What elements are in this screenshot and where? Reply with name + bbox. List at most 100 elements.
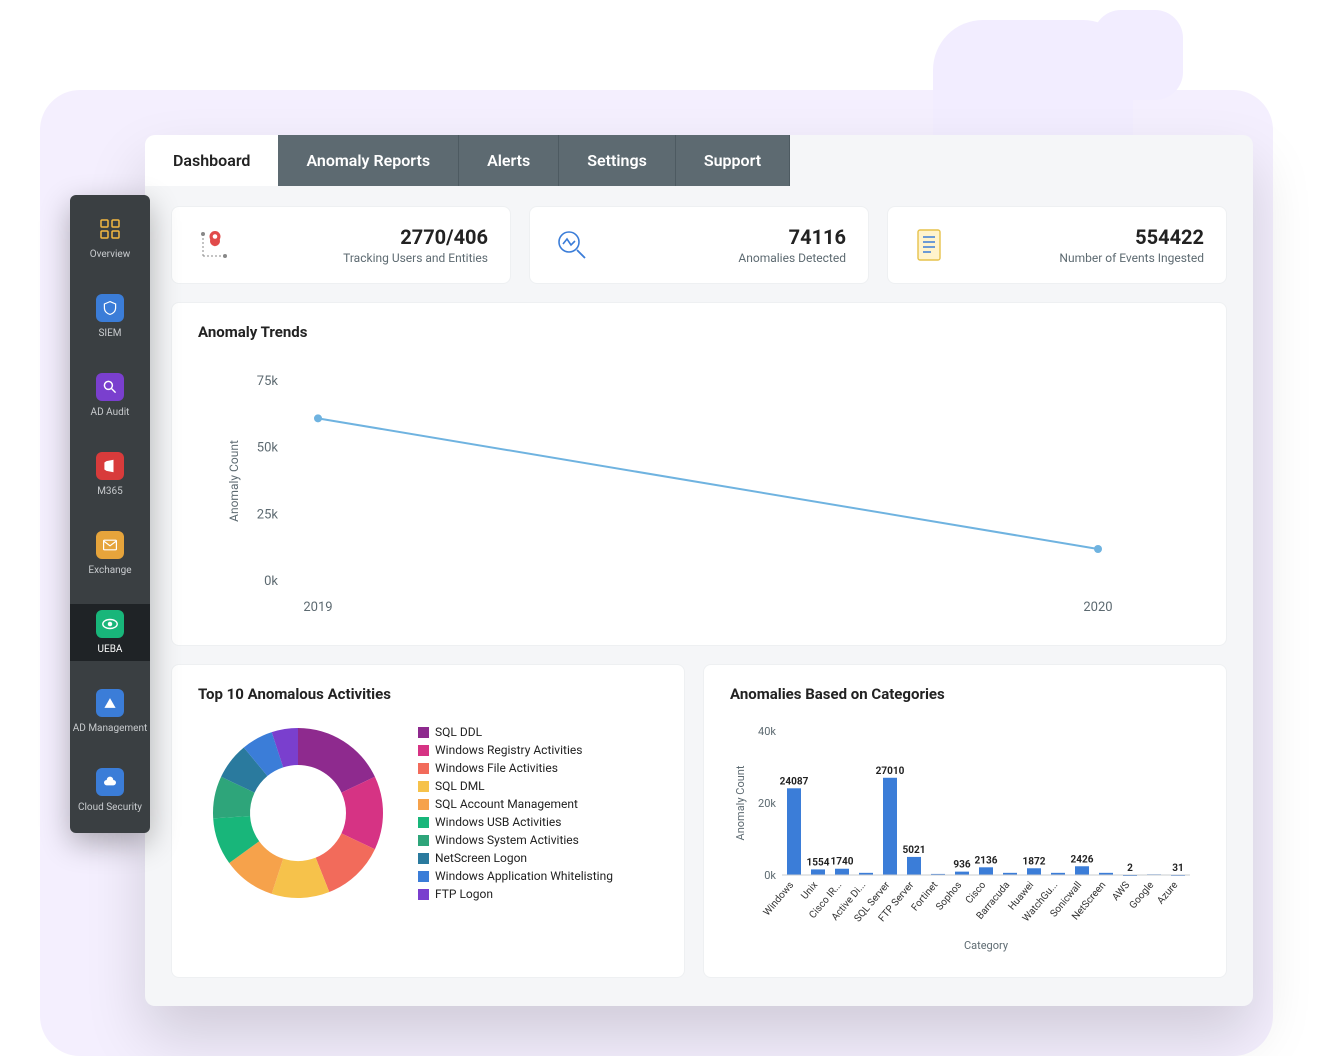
legend-label: SQL DML <box>435 779 485 793</box>
sidebar-item-label: Overview <box>90 249 131 260</box>
svg-text:Category: Category <box>964 939 1009 952</box>
sidebar-item-label: UEBA <box>98 644 123 655</box>
svg-text:Anomaly Count: Anomaly Count <box>227 440 241 522</box>
svg-text:25k: 25k <box>257 507 279 522</box>
svg-text:1554: 1554 <box>807 857 830 868</box>
legend-swatch <box>418 799 429 810</box>
svg-text:0k: 0k <box>264 574 278 589</box>
panel-categories: Anomalies Based on Categories 0k20k40kAn… <box>703 664 1227 978</box>
sidebar-item-m365[interactable]: M365 <box>70 446 150 503</box>
legend-label: Windows Registry Activities <box>435 743 582 757</box>
sidebar-item-adaudit[interactable]: AD Audit <box>70 367 150 424</box>
document-icon <box>910 225 950 265</box>
legend-item: SQL Account Management <box>418 797 613 811</box>
svg-text:31: 31 <box>1172 863 1183 874</box>
svg-text:1872: 1872 <box>1023 856 1046 867</box>
background-blob <box>1093 10 1183 100</box>
tab-anomaly-reports[interactable]: Anomaly Reports <box>278 135 459 186</box>
tab-alerts[interactable]: Alerts <box>459 135 559 186</box>
legend-item: Windows Application Whitelisting <box>418 869 613 883</box>
svg-text:Azure: Azure <box>1155 880 1180 907</box>
panel-title: Anomaly Trends <box>198 323 1200 341</box>
mail-icon <box>96 531 124 559</box>
bottom-row: Top 10 Anomalous Activities SQL DDLWindo… <box>171 664 1227 996</box>
legend-item: SQL DDL <box>418 725 613 739</box>
donut-legend: SQL DDL Windows Registry Activities Window… <box>418 725 613 901</box>
sidebar-item-siem[interactable]: SIEM <box>70 288 150 345</box>
stat-card-anomalies: 74116 Anomalies Detected <box>529 206 869 284</box>
legend-label: NetScreen Logon <box>435 851 527 865</box>
legend-item: Windows Registry Activities <box>418 743 613 757</box>
stat-label: Number of Events Ingested <box>1059 251 1204 265</box>
sidebar-item-cloudsecurity[interactable]: Cloud Security <box>70 762 150 819</box>
stat-card-tracking: 2770/406 Tracking Users and Entities <box>171 206 511 284</box>
stat-label: Anomalies Detected <box>738 251 846 265</box>
app-window: Dashboard Anomaly Reports Alerts Setting… <box>145 135 1253 1006</box>
legend-swatch <box>418 781 429 792</box>
sidebar: Overview SIEM AD Audit M365 Exchange UEB… <box>70 195 150 833</box>
tab-support[interactable]: Support <box>676 135 790 186</box>
legend-item: FTP Logon <box>418 887 613 901</box>
sidebar-item-label: SIEM <box>98 328 121 339</box>
svg-text:Google: Google <box>1128 880 1157 911</box>
svg-text:5021: 5021 <box>903 845 926 856</box>
legend-swatch <box>418 871 429 882</box>
svg-text:2: 2 <box>1127 863 1133 874</box>
legend-swatch <box>418 727 429 738</box>
svg-text:Fortinet: Fortinet <box>910 880 941 914</box>
legend-item: Windows USB Activities <box>418 815 613 829</box>
legend-label: FTP Logon <box>435 887 493 901</box>
office-icon <box>96 452 124 480</box>
tab-settings[interactable]: Settings <box>559 135 676 186</box>
legend-swatch <box>418 889 429 900</box>
sidebar-item-label: AD Management <box>73 723 147 734</box>
sidebar-item-overview[interactable]: Overview <box>70 209 150 266</box>
svg-text:40k: 40k <box>758 725 776 738</box>
legend-swatch <box>418 763 429 774</box>
legend-item: NetScreen Logon <box>418 851 613 865</box>
svg-text:936: 936 <box>953 860 970 871</box>
svg-text:Anomaly Count: Anomaly Count <box>734 765 747 840</box>
magnifier-icon <box>96 373 124 401</box>
svg-text:24087: 24087 <box>780 776 809 787</box>
svg-text:Unix: Unix <box>799 880 820 902</box>
legend-label: SQL DDL <box>435 725 482 739</box>
legend-label: Windows File Activities <box>435 761 558 775</box>
sidebar-item-admanagement[interactable]: AD Management <box>70 683 150 740</box>
svg-text:75k: 75k <box>257 374 279 389</box>
svg-text:1740: 1740 <box>831 857 854 868</box>
legend-swatch <box>418 817 429 828</box>
svg-text:20k: 20k <box>758 797 776 810</box>
legend-swatch <box>418 835 429 846</box>
stat-value: 2770/406 <box>343 225 488 249</box>
tab-bar: Dashboard Anomaly Reports Alerts Setting… <box>145 135 1253 186</box>
legend-swatch <box>418 853 429 864</box>
sidebar-item-label: M365 <box>97 486 123 497</box>
sidebar-item-label: Cloud Security <box>78 802 142 813</box>
tab-dashboard[interactable]: Dashboard <box>145 135 278 186</box>
shield-icon <box>96 294 124 322</box>
eye-icon <box>96 610 124 638</box>
legend-label: Windows Application Whitelisting <box>435 869 613 883</box>
content-area: 2770/406 Tracking Users and Entities 741… <box>145 186 1253 1006</box>
svg-text:2020: 2020 <box>1083 600 1112 615</box>
grid-icon <box>96 215 124 243</box>
svg-text:2136: 2136 <box>975 855 998 866</box>
legend-label: Windows USB Activities <box>435 815 561 829</box>
panel-title: Anomalies Based on Categories <box>730 685 1200 703</box>
svg-text:Sophos: Sophos <box>934 880 964 913</box>
svg-text:2019: 2019 <box>303 600 332 615</box>
panel-top10: Top 10 Anomalous Activities SQL DDLWindo… <box>171 664 685 978</box>
legend-item: Windows File Activities <box>418 761 613 775</box>
legend-item: SQL DML <box>418 779 613 793</box>
sidebar-item-ueba[interactable]: UEBA <box>70 604 150 661</box>
sidebar-item-exchange[interactable]: Exchange <box>70 525 150 582</box>
legend-item: Windows System Activities <box>418 833 613 847</box>
stat-row: 2770/406 Tracking Users and Entities 741… <box>171 206 1227 284</box>
top10-donut-chart <box>198 713 398 913</box>
svg-text:50k: 50k <box>257 441 279 456</box>
sidebar-item-label: Exchange <box>88 565 131 576</box>
stat-label: Tracking Users and Entities <box>343 251 488 265</box>
stat-card-events: 554422 Number of Events Ingested <box>887 206 1227 284</box>
svg-text:Windows: Windows <box>762 880 797 918</box>
